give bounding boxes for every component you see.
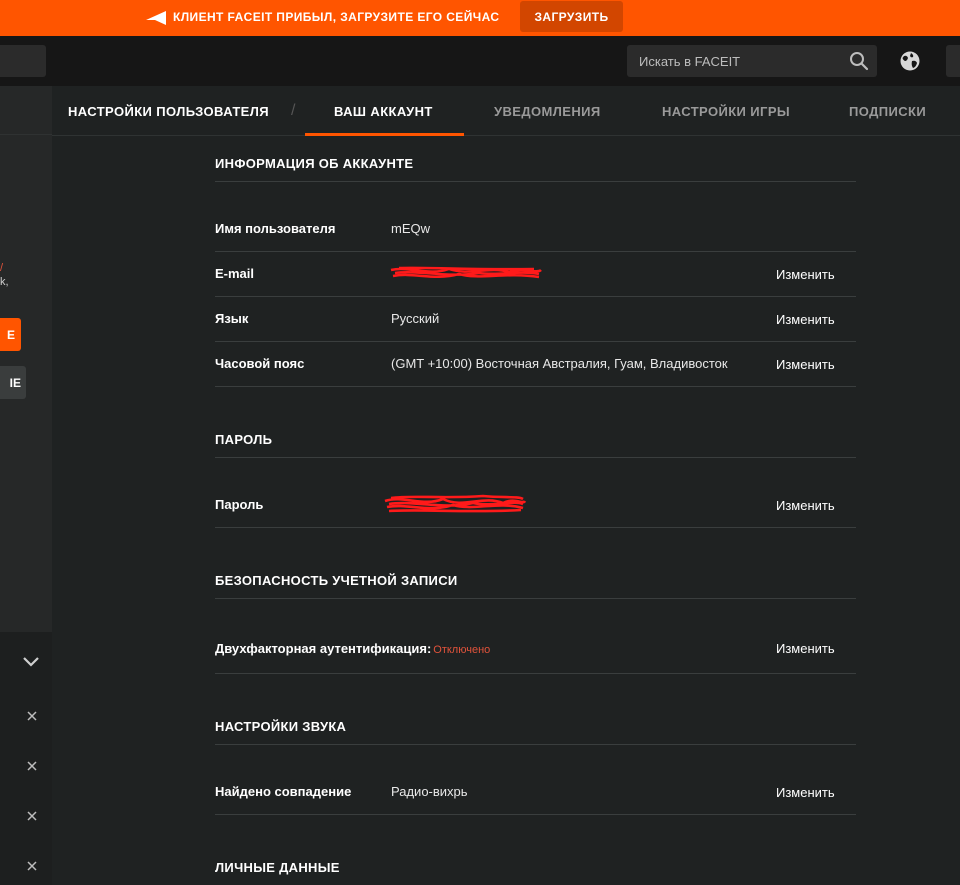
timezone-value: (GMT +10:00) Восточная Австралия, Гуам, … bbox=[391, 356, 728, 371]
divider bbox=[215, 386, 856, 387]
sidebar-text-fragment: k, bbox=[0, 276, 9, 288]
tab-account[interactable]: ВАШ АККАУНТ bbox=[334, 86, 433, 136]
faceit-logo-icon bbox=[146, 11, 166, 25]
divider bbox=[215, 598, 856, 599]
sidebar-toggle-button[interactable] bbox=[0, 45, 46, 77]
search-input[interactable] bbox=[639, 53, 839, 69]
email-label: E-mail bbox=[215, 266, 255, 281]
change-two-factor-button[interactable]: Изменить bbox=[776, 641, 835, 656]
password-label: Пароль bbox=[215, 497, 264, 512]
sidebar-dark-button[interactable]: IE bbox=[0, 366, 26, 399]
settings-tabs: НАСТРОЙКИ ПОЛЬЗОВАТЕЛЯ ВАШ АККАУНТ УВЕДО… bbox=[52, 86, 960, 136]
two-factor-label-text: Двухфакторная аутентификация: bbox=[215, 641, 432, 656]
search-icon[interactable] bbox=[849, 51, 869, 71]
promo-text: КЛИЕНТ FACEIT ПРИБЫЛ, ЗАГРУЗИТЕ ЕГО СЕЙЧ… bbox=[173, 10, 500, 24]
divider bbox=[215, 673, 856, 674]
tab-game-settings[interactable]: НАСТРОЙКИ ИГРЫ bbox=[662, 86, 790, 136]
change-sound-button[interactable]: Изменить bbox=[776, 785, 835, 800]
divider bbox=[215, 181, 856, 182]
section-title-account-info: ИНФОРМАЦИЯ ОБ АККАУНТЕ bbox=[215, 156, 414, 171]
profile-button[interactable] bbox=[946, 45, 960, 77]
section-title-personal: ЛИЧНЫЕ ДАННЫЕ bbox=[215, 860, 340, 875]
divider bbox=[215, 744, 856, 745]
close-icon[interactable] bbox=[26, 860, 38, 872]
globe-icon[interactable] bbox=[898, 49, 922, 73]
match-found-label: Найдено совпадение bbox=[215, 784, 352, 799]
username-value: mEQw bbox=[391, 221, 430, 236]
promo-banner: КЛИЕНТ FACEIT ПРИБЫЛ, ЗАГРУЗИТЕ ЕГО СЕЙЧ… bbox=[0, 0, 960, 36]
password-redacted-scribble bbox=[384, 494, 527, 513]
email-redacted-scribble bbox=[390, 266, 542, 279]
username-label: Имя пользователя bbox=[215, 221, 336, 236]
divider bbox=[215, 457, 856, 458]
section-title-security: БЕЗОПАСНОСТЬ УЧЕТНОЙ ЗАПИСИ bbox=[215, 573, 458, 588]
two-factor-status-badge: Отключено bbox=[433, 644, 491, 656]
breadcrumb-separator: / bbox=[291, 102, 296, 119]
sidebar-divider bbox=[0, 134, 52, 135]
divider bbox=[215, 251, 856, 252]
tab-notifications[interactable]: УВЕДОМЛЕНИЯ bbox=[494, 86, 601, 136]
sidebar-red-fragment: / bbox=[0, 262, 4, 274]
divider bbox=[215, 296, 856, 297]
change-language-button[interactable]: Изменить bbox=[776, 312, 835, 327]
divider bbox=[215, 814, 856, 815]
change-email-button[interactable]: Изменить bbox=[776, 267, 835, 282]
divider bbox=[215, 341, 856, 342]
tab-active-indicator bbox=[305, 133, 464, 136]
close-icon[interactable] bbox=[26, 710, 38, 722]
tab-subscriptions[interactable]: ПОДПИСКИ bbox=[849, 86, 926, 136]
tab-user-settings[interactable]: НАСТРОЙКИ ПОЛЬЗОВАТЕЛЯ bbox=[68, 86, 269, 136]
section-title-password: ПАРОЛЬ bbox=[215, 432, 273, 447]
two-factor-label: Двухфакторная аутентификация: Отключено bbox=[215, 641, 490, 656]
top-bar bbox=[0, 36, 960, 86]
sidebar-lower-panel bbox=[0, 632, 52, 885]
search-box[interactable] bbox=[627, 45, 877, 77]
match-found-value: Радио-вихрь bbox=[391, 784, 468, 799]
language-label: Язык bbox=[215, 311, 249, 326]
close-icon[interactable] bbox=[26, 760, 38, 772]
download-button[interactable]: ЗАГРУЗИТЬ bbox=[520, 1, 623, 32]
close-icon[interactable] bbox=[26, 810, 38, 822]
change-password-button[interactable]: Изменить bbox=[776, 498, 835, 513]
change-timezone-button[interactable]: Изменить bbox=[776, 357, 835, 372]
timezone-label: Часовой пояс bbox=[215, 356, 305, 371]
language-value: Русский bbox=[391, 311, 440, 326]
sidebar-orange-button[interactable]: E bbox=[0, 318, 21, 351]
divider bbox=[215, 527, 856, 528]
chevron-down-icon[interactable] bbox=[22, 656, 40, 668]
section-title-sound: НАСТРОЙКИ ЗВУКА bbox=[215, 719, 347, 734]
